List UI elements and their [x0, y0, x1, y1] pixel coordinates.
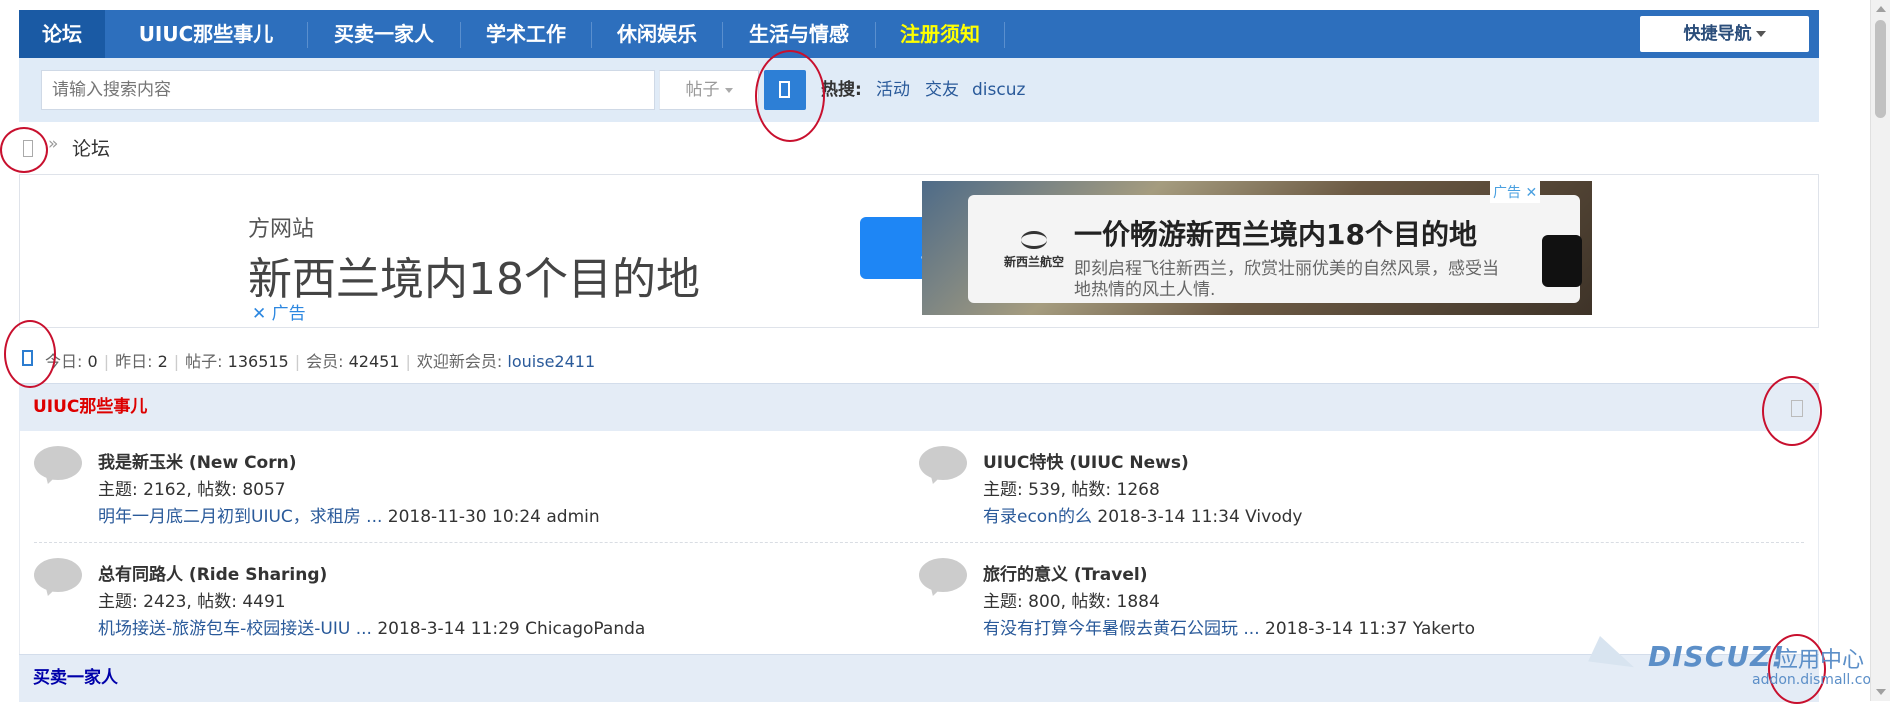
hot-search-link[interactable]: 交友 — [925, 58, 959, 122]
nav-divider — [1004, 22, 1005, 48]
stat-members-label: 会员: — [306, 352, 344, 371]
nav-item-register-notice[interactable]: 注册须知 — [876, 10, 1004, 58]
ad-big-text: 新西兰境内18个目的地 — [248, 254, 700, 305]
chevron-down-icon — [1755, 31, 1766, 37]
last-post-meta: 2018-3-14 11:29 ChicagoPanda — [377, 619, 646, 639]
section-header: 买卖一家人 — [19, 654, 1819, 702]
airline-logo-icon — [1021, 231, 1047, 249]
ad-right-panel[interactable]: 新西兰航空 一价畅游新西兰境内18个目的地 即刻启程飞往新西兰，欣赏壮丽优美的自… — [922, 181, 1592, 315]
stat-posts-label: 帖子: — [185, 352, 223, 371]
scroll-thumb[interactable] — [1875, 20, 1886, 118]
forum-bubble-icon[interactable] — [34, 446, 82, 480]
forum-list: 我是新玉米 (New Corn) 主题: 2162, 帖数: 8057 明年一月… — [19, 431, 1819, 654]
scroll-up-icon[interactable] — [1876, 6, 1886, 12]
forum-item: 我是新玉米 (New Corn) 主题: 2162, 帖数: 8057 明年一月… — [20, 431, 880, 541]
forum-counts: 主题: 2423, 帖数: 4491 — [98, 592, 286, 612]
search-type-label: 帖子 — [685, 80, 720, 100]
forum-item: UIUC特快 (UIUC News) 主题: 539, 帖数: 1268 有录e… — [905, 431, 1765, 541]
nav-item-trade[interactable]: 买卖一家人 — [308, 10, 460, 58]
hot-search-link[interactable]: discuz — [972, 58, 1025, 122]
ad-description: 即刻启程飞往新西兰，欣赏壮丽优美的自然风景，感受当地热情的风土人情. — [1074, 259, 1499, 300]
last-post-meta: 2018-3-14 11:34 Vivody — [1097, 507, 1303, 527]
ad-small-text: 方网站 — [248, 217, 315, 242]
forum-stats: 今日: 0 | 昨日: 2 | 帖子: 136515 | 会员: 42451 | 欢迎新会员: … — [45, 352, 596, 371]
forum-counts: 主题: 539, 帖数: 1268 — [983, 480, 1160, 500]
nav-item-forum[interactable]: 论坛 — [19, 10, 105, 58]
stat-yesterday-value: 2 — [157, 352, 168, 371]
watermark-cn: 应用中心 — [1776, 648, 1865, 673]
last-post-meta: 2018-11-30 10:24 admin — [387, 507, 600, 527]
newest-member-link[interactable]: louise2411 — [507, 352, 595, 371]
hot-search-link[interactable]: 活动 — [876, 58, 910, 122]
airline-logo: 新西兰航空 — [986, 231, 1082, 270]
annotation-circle — [1762, 376, 1822, 446]
forum-last-post: 明年一月底二月初到UIUC，求租房 ... 2018-11-30 10:24 a… — [98, 502, 600, 527]
forum-last-post: 有录econ的么 2018-3-14 11:34 Vivody — [983, 502, 1302, 527]
watermark-url: addon.dismall.com — [1752, 672, 1885, 688]
forum-name[interactable]: UIUC特快 (UIUC News) — [983, 448, 1189, 473]
ad-left-panel[interactable]: 方网站 新西兰境内18个目的地 ✕ 广告 立 — [248, 181, 942, 321]
annotation-circle — [4, 320, 56, 388]
last-post-link[interactable]: 有录econ的么 — [983, 507, 1092, 527]
paper-plane-icon — [1588, 636, 1640, 680]
section-header: UIUC那些事儿 — [19, 383, 1819, 431]
discuz-watermark: DISCUZ! 应用中心 addon.dismall.com — [1588, 636, 1885, 696]
nav-item-leisure[interactable]: 休闲娱乐 — [592, 10, 722, 58]
forum-last-post: 机场接送-旅游包车-校园接送-UIU ... 2018-3-14 11:29 C… — [98, 614, 645, 639]
stat-today-value: 0 — [87, 352, 98, 371]
quick-nav-button[interactable]: 快捷导航 — [1640, 16, 1809, 52]
chevron-down-icon — [724, 87, 733, 93]
ad-banner[interactable]: 方网站 新西兰境内18个目的地 ✕ 广告 立 新西兰航空 一价畅游新西兰境内18… — [19, 174, 1819, 328]
breadcrumb-current[interactable]: 论坛 — [72, 134, 110, 161]
search-bar: 帖子 热搜: 活动 交友 discuz — [19, 58, 1819, 122]
search-type-select[interactable]: 帖子 — [659, 70, 759, 110]
last-post-meta: 2018-3-14 11:37 Yakerto — [1265, 619, 1476, 639]
airline-name: 新西兰航空 — [1003, 255, 1064, 269]
section-title[interactable]: 买卖一家人 — [33, 655, 118, 701]
section-title[interactable]: UIUC那些事儿 — [33, 384, 147, 430]
hot-search-label: 热搜: — [821, 80, 862, 100]
ad-card: 新西兰航空 一价畅游新西兰境内18个目的地 即刻启程飞往新西兰，欣赏壮丽优美的自… — [968, 195, 1582, 303]
ad-cta-dark[interactable] — [1542, 235, 1582, 287]
forum-name[interactable]: 我是新玉米 (New Corn) — [98, 448, 296, 473]
nav-item-uiuc[interactable]: UIUC那些事儿 — [105, 10, 307, 58]
forum-bubble-icon[interactable] — [34, 558, 82, 592]
ad-headline: 一价畅游新西兰境内18个目的地 — [1074, 218, 1477, 251]
forum-last-post: 有没有打算今年暑假去黄石公园玩 ... 2018-3-14 11:37 Yake… — [983, 614, 1475, 639]
search-input[interactable] — [41, 70, 655, 110]
stat-yesterday-label: 昨日: — [115, 352, 153, 371]
stat-members-value: 42451 — [348, 352, 400, 371]
forum-bubble-icon[interactable] — [919, 446, 967, 480]
last-post-link[interactable]: 机场接送-旅游包车-校园接送-UIU ... — [98, 619, 372, 639]
ad-tag[interactable]: 广告 ✕ — [1490, 181, 1541, 203]
annotation-circle — [0, 127, 48, 173]
scroll-down-icon[interactable] — [1876, 689, 1886, 695]
forum-name[interactable]: 旅行的意义 (Travel) — [983, 560, 1147, 585]
last-post-link[interactable]: 明年一月底二月初到UIUC，求租房 ... — [98, 507, 382, 527]
forum-counts: 主题: 2162, 帖数: 8057 — [98, 480, 286, 500]
forum-item: 总有同路人 (Ride Sharing) 主题: 2423, 帖数: 4491 … — [20, 543, 880, 653]
ad-close-button[interactable]: ✕ 广告 — [252, 299, 306, 321]
forum-counts: 主题: 800, 帖数: 1884 — [983, 592, 1160, 612]
top-nav: 论坛 UIUC那些事儿 买卖一家人 学术工作 休闲娱乐 生活与情感 注册须知 快… — [19, 10, 1819, 58]
quick-nav-label: 快捷导航 — [1683, 24, 1752, 44]
watermark-brand: DISCUZ! — [1648, 640, 1786, 673]
page-scrollbar[interactable] — [1870, 0, 1890, 701]
nav-item-academic[interactable]: 学术工作 — [461, 10, 591, 58]
breadcrumb-separator: » — [48, 134, 59, 154]
forum-name[interactable]: 总有同路人 (Ride Sharing) — [98, 560, 327, 585]
last-post-link[interactable]: 有没有打算今年暑假去黄石公园玩 ... — [983, 619, 1260, 639]
stat-welcome-label: 欢迎新会员: — [416, 352, 503, 371]
forum-bubble-icon[interactable] — [919, 558, 967, 592]
stat-posts-value: 136515 — [227, 352, 289, 371]
annotation-circle — [755, 50, 825, 142]
